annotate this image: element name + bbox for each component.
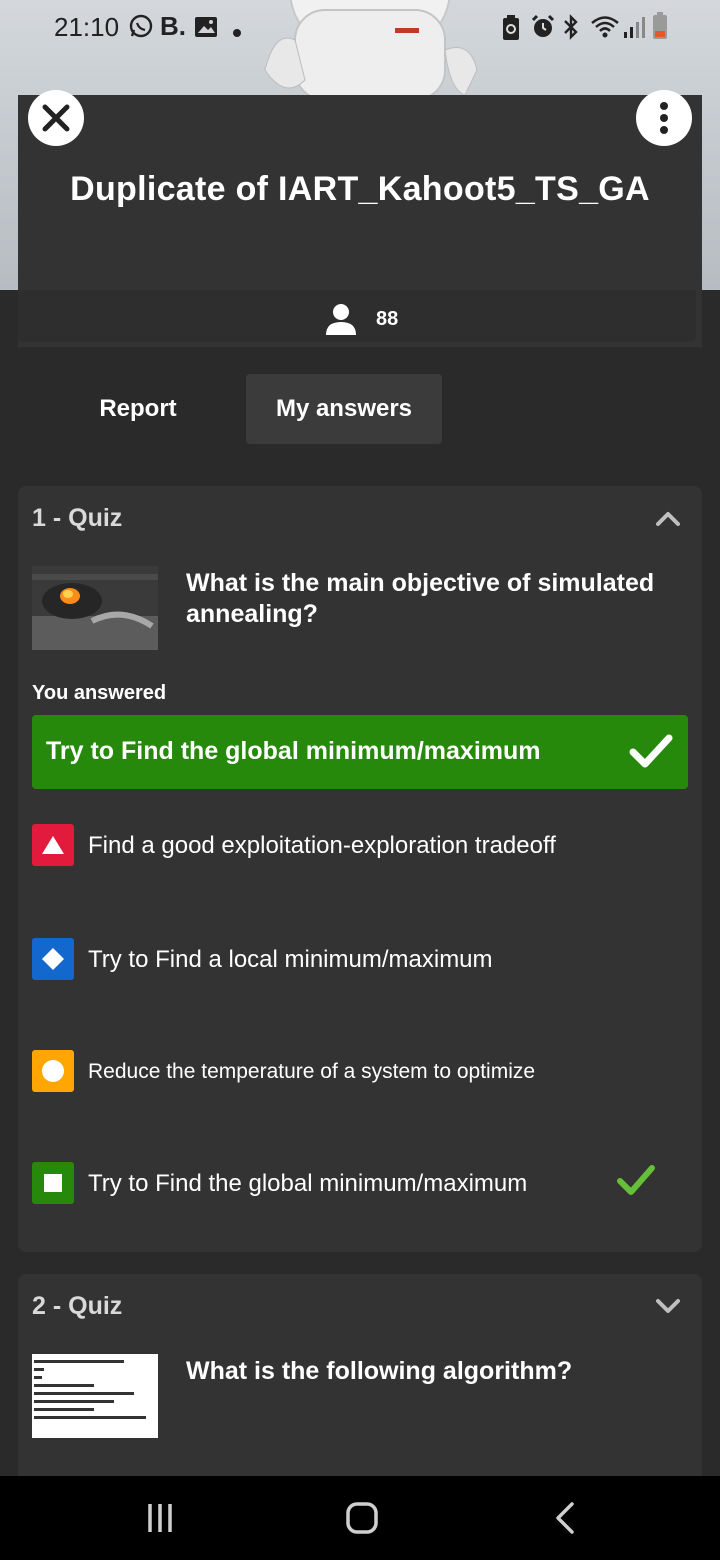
choice-text: Try to Find a local minimum/maximum (88, 946, 493, 973)
close-button[interactable] (28, 90, 84, 146)
question-image (32, 1354, 158, 1438)
signal-icon (622, 15, 646, 43)
triangle-icon (32, 824, 74, 866)
status-time: 21:10 (54, 12, 120, 42)
whatsapp-icon (128, 13, 154, 43)
close-icon (42, 104, 70, 132)
correct-check-icon (617, 1165, 655, 1195)
question-text: What is the main objective of simulated … (186, 569, 655, 628)
back-icon[interactable] (534, 1498, 594, 1538)
question-label: 1 - Quiz (32, 504, 123, 532)
choice-4: Try to Find the global minimum/maximum (32, 1162, 672, 1206)
home-icon[interactable] (332, 1498, 392, 1538)
you-answered-label: You answered (32, 682, 167, 704)
gallery-icon (194, 16, 218, 42)
more-options-button[interactable] (636, 90, 692, 146)
players-count-group: 88 (324, 299, 398, 339)
check-icon (629, 734, 673, 768)
chevron-up-icon[interactable] (656, 510, 680, 526)
wifi-icon (590, 15, 620, 43)
dot-icon (232, 23, 242, 42)
choice-2: Try to Find a local minimum/maximum (32, 938, 672, 982)
choice-text: Find a good exploitation-exploration tra… (88, 832, 556, 859)
chevron-down-icon[interactable] (656, 1298, 680, 1314)
circle-icon (32, 1050, 74, 1092)
kahoot-title: Duplicate of IART_Kahoot5_TS_GA (70, 170, 650, 208)
tab-report[interactable]: Report (60, 374, 216, 444)
user-icon (326, 304, 356, 335)
question-card-2: 2 - Quiz What is the following algorithm… (18, 1274, 702, 1504)
battery-saver-icon (502, 15, 520, 45)
choice-1: Find a good exploitation-exploration tra… (32, 824, 672, 868)
your-answer-text: Try to Find the global minimum/maximum (46, 737, 541, 765)
system-navigation-bar (0, 1476, 720, 1560)
more-vertical-icon (660, 102, 668, 134)
battery-icon (652, 12, 668, 44)
status-bar: 21:10 B. (0, 0, 720, 56)
choice-3: Reduce the temperature of a system to op… (32, 1050, 672, 1094)
players-count: 88 (376, 307, 399, 330)
alarm-icon (530, 14, 556, 44)
choice-text: Reduce the temperature of a system to op… (88, 1060, 536, 1083)
question-image (32, 566, 158, 650)
choice-text: Try to Find the global minimum/maximum (88, 1170, 528, 1197)
question-card-1: 1 - Quiz What is the main objective of s… (18, 486, 702, 1252)
question-label: 2 - Quiz (32, 1292, 123, 1320)
your-answer: Try to Find the global minimum/maximum (32, 715, 688, 789)
diamond-icon (32, 938, 74, 980)
square-icon (32, 1162, 74, 1204)
recent-apps-icon[interactable] (130, 1498, 190, 1538)
bluetooth-icon (562, 13, 580, 45)
question-text: What is the following algorithm? (186, 1357, 573, 1385)
b-app-icon: B. (160, 11, 186, 41)
tab-my-answers[interactable]: My answers (246, 374, 442, 444)
